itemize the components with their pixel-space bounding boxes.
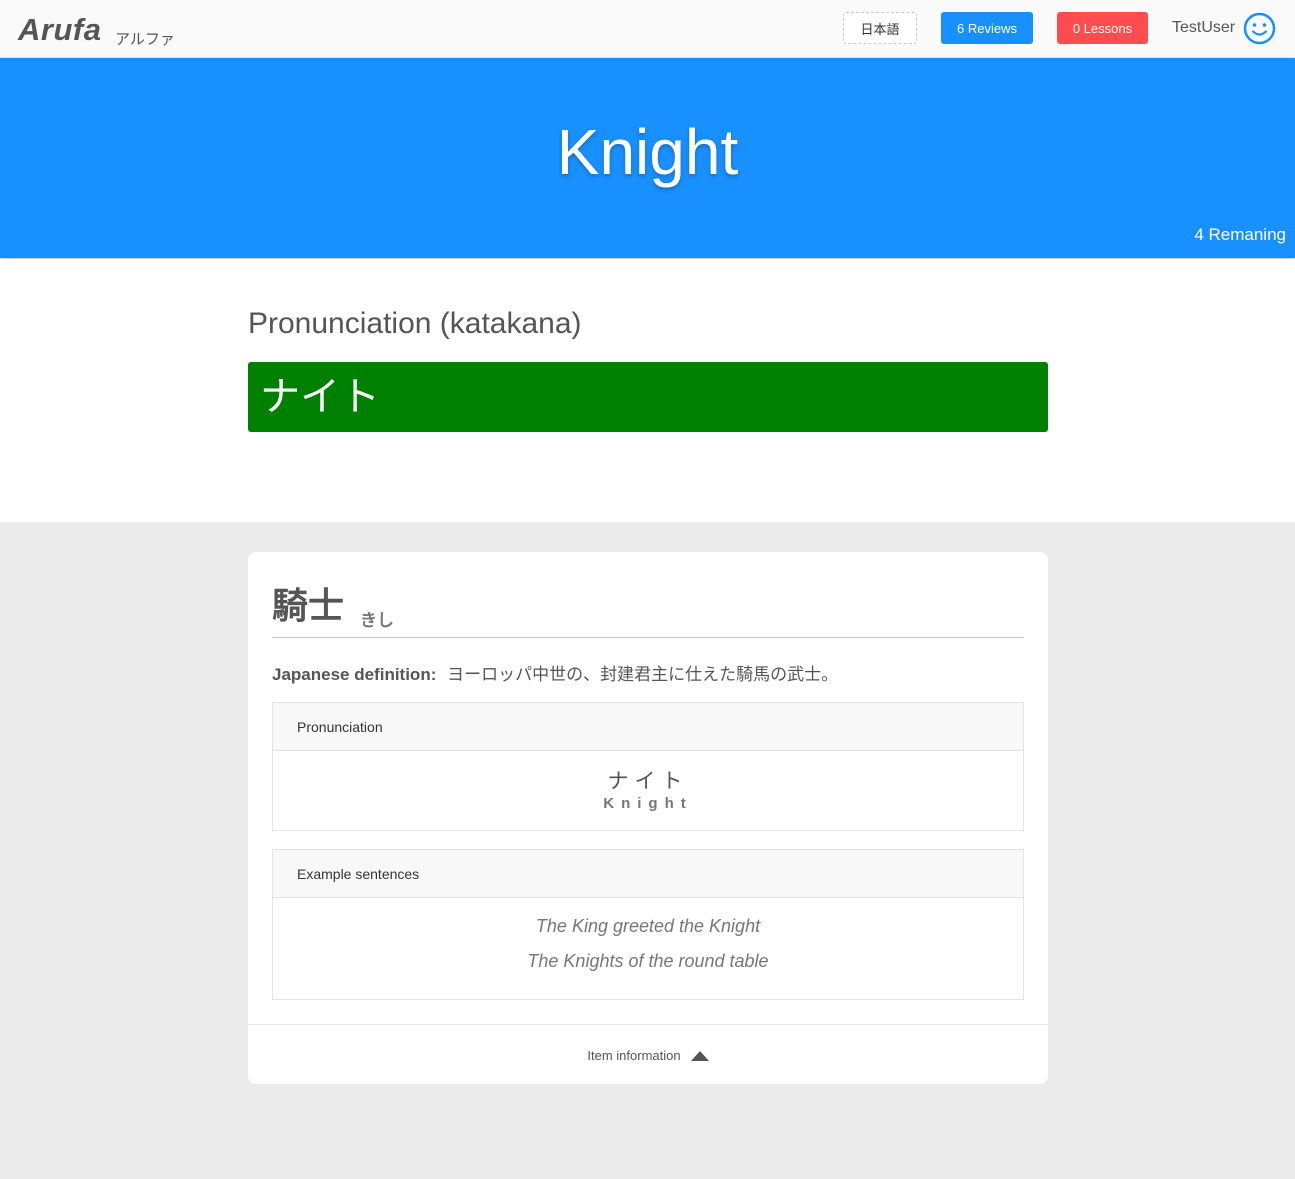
answer-input-correct[interactable]: ナイト (248, 362, 1048, 432)
item-information-toggle[interactable]: Item information (248, 1048, 1048, 1063)
divider (248, 1024, 1048, 1025)
answer-section: Pronunciation (katakana) ナイト (0, 259, 1295, 522)
pronunciation-kana: ナイト (607, 770, 689, 793)
pronunciation-panel: Pronunciation ナイト Knight (272, 702, 1024, 831)
quiz-word-banner: Knight 4 Remaning (0, 58, 1295, 258)
reviews-button[interactable]: 6 Reviews (941, 12, 1033, 44)
definition-text: ヨーロッパ中世の、封建君主に仕えた騎馬の武士。 (447, 665, 839, 684)
quiz-word: Knight (556, 116, 739, 188)
answer-value: ナイト (260, 375, 380, 419)
item-info-card: 騎士 きし Japanese definition: ヨーロッパ中世の、封建君主… (248, 552, 1048, 1084)
item-reading: きし (360, 611, 394, 630)
example-sentence: The King greeted the Knight (535, 916, 761, 936)
lessons-button[interactable]: 0 Lessons (1057, 12, 1148, 44)
divider (272, 637, 1024, 638)
language-toggle-button[interactable]: 日本語 (843, 12, 917, 44)
item-kanji: 騎士 (272, 585, 345, 626)
top-navbar: Arufa アルファ 日本語 6 Reviews 0 Lessons TestU… (0, 0, 1295, 58)
smiley-avatar-icon[interactable] (1243, 12, 1276, 45)
japanese-definition: Japanese definition: ヨーロッパ中世の、封建君主に仕えた騎馬… (272, 660, 838, 685)
caret-up-icon (690, 1051, 709, 1061)
example-sentences-title: Example sentences (273, 850, 1023, 898)
brand-logo[interactable]: Arufa (18, 12, 101, 48)
brand-subtitle: アルファ (115, 31, 175, 48)
item-information-label: Item information (587, 1048, 681, 1063)
pronunciation-romaji: Knight (603, 795, 693, 812)
username-link[interactable]: TestUser (1172, 19, 1235, 37)
pronunciation-panel-title: Pronunciation (273, 703, 1023, 751)
remaining-count: 4 Remaning (1194, 225, 1286, 244)
example-sentences-panel: Example sentences The King greeted the K… (272, 849, 1024, 1000)
example-sentence: The Knights of the round table (527, 951, 769, 971)
definition-label: Japanese definition: (272, 665, 437, 684)
question-type-label: Pronunciation (katakana) (248, 307, 582, 340)
